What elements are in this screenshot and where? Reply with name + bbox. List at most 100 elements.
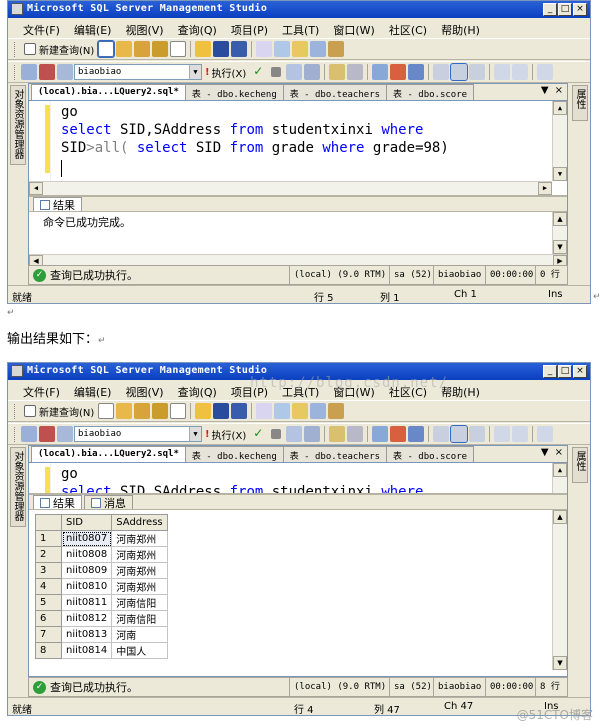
editor-vertical-scrollbar[interactable]: ▲	[552, 463, 567, 493]
menu-edit[interactable]: 编辑(E)	[67, 19, 119, 37]
new-query-button[interactable]: 新建查询(N)	[20, 42, 97, 57]
close-button[interactable]: ×	[573, 3, 587, 16]
activity-monitor-icon[interactable]	[328, 403, 345, 419]
row-number-cell[interactable]: 5	[35, 594, 62, 611]
tab-query2[interactable]: (local).bia...LQuery2.sql*	[31, 84, 186, 100]
menu-query[interactable]: 查询(Q)	[171, 381, 224, 399]
table-row[interactable]: 8 niit0814 中国人	[35, 642, 168, 659]
minimize-button[interactable]: _	[543, 3, 557, 16]
tab-messages[interactable]: 消息	[84, 495, 133, 510]
db-engine-query-icon[interactable]	[116, 41, 133, 57]
menu-query[interactable]: 查询(Q)	[171, 19, 224, 37]
tab-teachers[interactable]: 表 - dbo.teachers	[282, 84, 388, 100]
row-number-cell[interactable]: 7	[35, 626, 62, 643]
table-row[interactable]: 4 niit0810 河南郑州	[35, 578, 168, 595]
editor-horizontal-scrollbar[interactable]: ◀ ▶	[29, 181, 552, 195]
database-select[interactable]: biaobiao ▼	[74, 426, 202, 442]
template-explorer-icon[interactable]	[292, 41, 309, 57]
specify-values-icon[interactable]	[329, 426, 346, 442]
show-results-pane-icon[interactable]	[469, 64, 486, 80]
menu-window[interactable]: 窗口(W)	[326, 19, 381, 37]
menu-file[interactable]: 文件(F)	[16, 19, 67, 37]
xmla-query-icon[interactable]	[170, 41, 187, 57]
properties-panel-tab[interactable]: 属性	[572, 447, 588, 483]
intellisense-icon[interactable]	[347, 426, 364, 442]
table-row[interactable]: 3 niit0809 河南郑州	[35, 562, 168, 579]
saddress-cell[interactable]: 河南信阳	[111, 610, 168, 627]
saddress-cell[interactable]: 河南信阳	[111, 594, 168, 611]
results-to-grid-icon[interactable]	[433, 426, 450, 442]
row-number-cell[interactable]: 3	[35, 562, 62, 579]
sid-cell[interactable]: niit0811	[60, 594, 113, 611]
maximize-button[interactable]: □	[558, 365, 572, 378]
menu-help[interactable]: 帮助(H)	[434, 19, 487, 37]
tab-list-dropdown-icon[interactable]: ▼	[541, 85, 549, 96]
grid-header-saddress[interactable]: SAddress	[111, 514, 168, 531]
toolbar-grip[interactable]	[14, 41, 17, 57]
saddress-cell[interactable]: 河南郑州	[111, 562, 168, 579]
scroll-down-icon[interactable]: ▼	[553, 167, 567, 181]
display-plan-icon[interactable]	[286, 426, 303, 442]
template-explorer-icon[interactable]	[292, 403, 309, 419]
maximize-button[interactable]: □	[558, 3, 572, 16]
db-engine-query-icon[interactable]	[116, 403, 133, 419]
toolbar-grip[interactable]	[14, 426, 17, 442]
query-file-icon[interactable]	[98, 403, 115, 419]
object-explorer-icon[interactable]	[274, 403, 291, 419]
mdx-query-icon[interactable]	[152, 403, 169, 419]
scroll-up-icon[interactable]: ▲	[553, 212, 567, 226]
specify-values-icon[interactable]	[329, 64, 346, 80]
object-explorer-icon[interactable]	[274, 41, 291, 57]
object-explorer-panel-tab[interactable]: 对象资源管理器	[10, 447, 26, 527]
menu-project[interactable]: 项目(P)	[224, 19, 275, 37]
minimize-button[interactable]: _	[543, 365, 557, 378]
sid-cell[interactable]: niit0810	[60, 578, 113, 595]
parse-check-icon[interactable]: ✓	[250, 64, 266, 80]
query-designer-icon[interactable]	[304, 64, 321, 80]
scroll-up-icon[interactable]: ▲	[553, 101, 567, 115]
row-number-cell[interactable]: 2	[35, 546, 62, 563]
sql-editor[interactable]: go select SID,SAddress from studentxinxi…	[29, 463, 567, 493]
results-to-file-icon[interactable]	[450, 63, 469, 81]
grid-vertical-scrollbar[interactable]: ▲ ▼	[552, 510, 567, 670]
tab-teachers[interactable]: 表 - dbo.teachers	[282, 446, 388, 462]
results-to-text-icon[interactable]	[408, 426, 425, 442]
properties-icon[interactable]	[310, 403, 327, 419]
saddress-cell[interactable]: 河南郑州	[111, 546, 168, 563]
analysis-query-icon[interactable]	[134, 403, 151, 419]
tab-results[interactable]: 结果	[33, 495, 82, 510]
table-row[interactable]: 2 niit0808 河南郑州	[35, 546, 168, 563]
toolbar-grip[interactable]	[14, 64, 17, 80]
uncomment-lines-icon[interactable]	[512, 64, 529, 80]
grid-corner[interactable]	[35, 514, 62, 531]
tab-score[interactable]: 表 - dbo.score	[386, 446, 475, 462]
results-to-text-icon[interactable]	[408, 64, 425, 80]
table-row[interactable]: 1 niit0807 河南郑州	[35, 530, 168, 547]
messages-vertical-scrollbar[interactable]: ▲ ▼	[552, 212, 567, 254]
tab-list-dropdown-icon[interactable]: ▼	[541, 447, 549, 458]
save-icon[interactable]	[213, 41, 230, 57]
scroll-up-icon[interactable]: ▲	[553, 463, 567, 477]
row-number-cell[interactable]: 8	[35, 642, 62, 659]
sid-cell[interactable]: niit0809	[60, 562, 113, 579]
sid-cell[interactable]: niit0813	[60, 626, 113, 643]
decrease-indent-icon[interactable]	[537, 426, 554, 442]
cancel-execution-icon[interactable]	[271, 67, 282, 77]
menu-view[interactable]: 视图(V)	[118, 381, 170, 399]
save-all-icon[interactable]	[231, 41, 248, 57]
database-select[interactable]: biaobiao ▼	[74, 64, 202, 80]
close-tab-icon[interactable]: ×	[555, 447, 563, 458]
tab-score[interactable]: 表 - dbo.score	[386, 84, 475, 100]
row-number-cell[interactable]: 4	[35, 578, 62, 595]
tab-query2[interactable]: (local).bia...LQuery2.sql*	[31, 446, 186, 462]
client-stats-icon[interactable]	[390, 426, 407, 442]
sid-cell[interactable]: niit0812	[60, 610, 113, 627]
scroll-down-icon[interactable]: ▼	[553, 656, 567, 670]
include-plan-icon[interactable]	[372, 64, 389, 80]
registered-servers-icon[interactable]	[256, 41, 273, 57]
decrease-indent-icon[interactable]	[537, 64, 554, 80]
grid-header-sid[interactable]: SID	[60, 514, 113, 531]
table-row[interactable]: 6 niit0812 河南信阳	[35, 610, 168, 627]
analysis-query-icon[interactable]	[134, 41, 151, 57]
properties-panel-tab[interactable]: 属性	[572, 85, 588, 121]
